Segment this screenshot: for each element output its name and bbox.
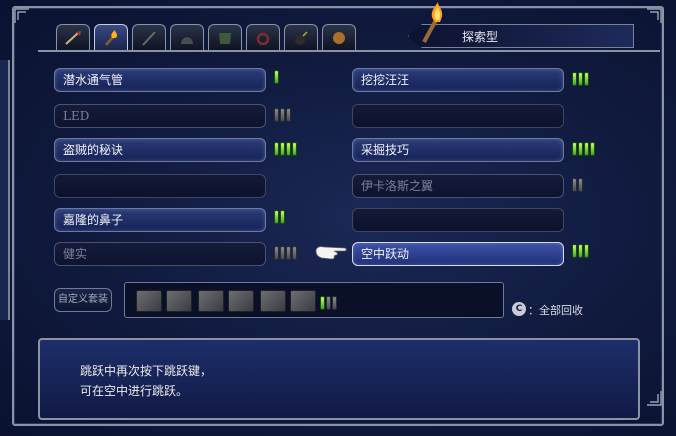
tab-helmet[interactable]: [170, 24, 204, 50]
pip-off-icon: [286, 246, 291, 260]
slot-tile[interactable]: [228, 290, 254, 312]
pip-on-icon: [572, 244, 577, 258]
pip-off-icon: [274, 246, 279, 260]
tab-exploration[interactable]: [94, 24, 128, 50]
pip-on-icon: [590, 142, 595, 156]
skill-empty-slot[interactable]: [352, 104, 564, 128]
pip-on-icon: [584, 72, 589, 86]
tab-weapons[interactable]: [56, 24, 90, 50]
skill-dig-dog[interactable]: 挖挖汪汪: [352, 68, 564, 92]
tab-bomb[interactable]: [284, 24, 318, 50]
skill-snorkel[interactable]: 潜水通气管: [54, 68, 266, 92]
skill-cost-pips: [572, 240, 589, 258]
pip-on-icon: [280, 142, 285, 156]
slot-tile[interactable]: [198, 290, 224, 312]
pip-on-icon: [292, 142, 297, 156]
description-line-1: 跳跃中再次按下跳跃键，: [80, 364, 213, 378]
corner-ornament-icon: [647, 391, 662, 406]
pip-on-icon: [280, 210, 285, 224]
skill-thief-secret[interactable]: 盗贼的秘诀: [54, 138, 266, 162]
slot-tile[interactable]: [260, 290, 286, 312]
slot-tile[interactable]: [136, 290, 162, 312]
pip-off-icon: [572, 178, 577, 192]
pip-on-icon: [320, 296, 325, 310]
skill-cost-pips: [274, 104, 291, 122]
skill-cost-pips: [572, 138, 595, 156]
pip-on-icon: [584, 142, 589, 156]
pip-on-icon: [286, 142, 291, 156]
tab-staff[interactable]: [132, 24, 166, 50]
pip-off-icon: [326, 296, 331, 310]
pip-on-icon: [274, 70, 279, 84]
pip-off-icon: [578, 178, 583, 192]
skill-cost-pips: [274, 138, 297, 156]
skill-cost-pips: [274, 242, 297, 260]
tab-armor[interactable]: [208, 24, 242, 50]
pip-on-icon: [578, 244, 583, 258]
left-panel-edge: [0, 60, 10, 320]
pip-on-icon: [274, 142, 279, 156]
skill-double-jump[interactable]: 空中跃动: [352, 242, 564, 266]
skill-robust[interactable]: 健实: [54, 242, 266, 266]
category-title: 探索型: [462, 30, 499, 44]
skill-icarus-wings[interactable]: 伊卡洛斯之翼: [352, 174, 564, 198]
orb-icon: [333, 31, 345, 44]
sword-icon: [65, 30, 81, 45]
pip-on-icon: [584, 244, 589, 258]
skill-menu-screen: 探索型 潜水通气管 LED 盗贼的秘诀 嘉隆的鼻子 健实 挖挖汪汪 采掘技巧 伊…: [0, 0, 676, 436]
pointing-hand-icon: [315, 246, 347, 260]
skill-mining-technique[interactable]: 采掘技巧: [352, 138, 564, 162]
pip-off-icon: [274, 108, 279, 122]
helmet-icon: [181, 36, 193, 44]
pip-off-icon: [286, 108, 291, 122]
skill-garon-nose[interactable]: 嘉隆的鼻子: [54, 208, 266, 232]
pip-on-icon: [572, 142, 577, 156]
slot-tile[interactable]: [166, 290, 192, 312]
bomb-icon: [295, 30, 308, 45]
staff-icon: [142, 30, 156, 46]
pip-on-icon: [578, 72, 583, 86]
pip-on-icon: [274, 210, 279, 224]
pip-on-icon: [572, 72, 577, 86]
c-key-icon: C: [512, 302, 526, 316]
pip-off-icon: [292, 246, 297, 260]
torch-icon: [105, 29, 118, 46]
remaining-cost-pips: [320, 292, 337, 310]
ring-icon: [256, 32, 270, 45]
skill-empty-slot[interactable]: [54, 174, 266, 198]
torch-icon: [422, 2, 443, 43]
pip-off-icon: [280, 246, 285, 260]
corner-ornament-icon: [14, 8, 29, 23]
custom-set-button[interactable]: 自定义套装: [54, 288, 112, 312]
tab-orb[interactable]: [322, 24, 356, 50]
pip-off-icon: [332, 296, 337, 310]
pip-off-icon: [280, 108, 285, 122]
skill-cost-pips: [572, 68, 589, 86]
description-line-2: 可在空中进行跳跃。: [80, 384, 189, 398]
slot-tile[interactable]: [290, 290, 316, 312]
skill-cost-pips: [274, 206, 285, 224]
pip-on-icon: [578, 142, 583, 156]
description-box: [38, 338, 640, 420]
skill-cost-pips: [274, 66, 279, 84]
reset-all-label[interactable]: ：全部回收: [528, 302, 583, 318]
armor-icon: [219, 32, 231, 44]
skill-led[interactable]: LED: [54, 104, 266, 128]
tab-ring[interactable]: [246, 24, 280, 50]
skill-cost-pips: [572, 174, 583, 192]
skill-empty-slot[interactable]: [352, 208, 564, 232]
